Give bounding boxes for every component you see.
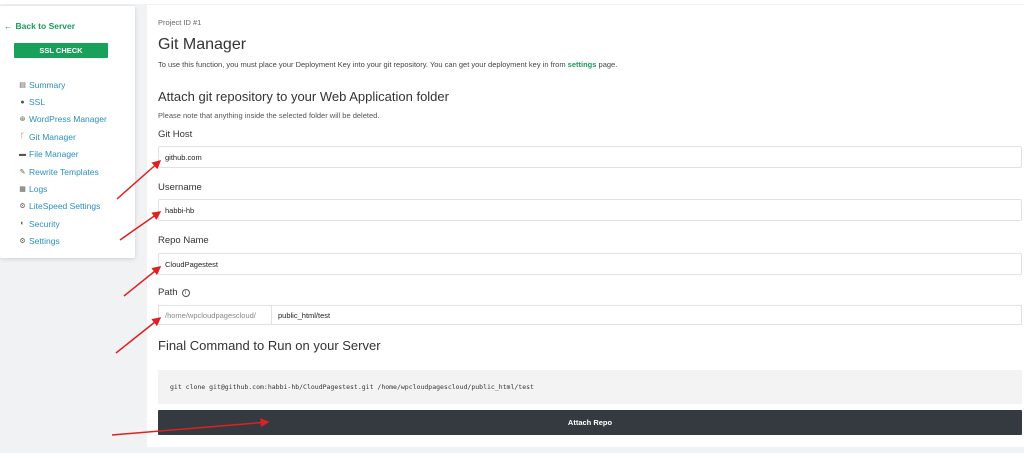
info-icon[interactable]: i: [181, 288, 190, 297]
project-id: Project ID #1: [158, 18, 202, 27]
path-input[interactable]: public_html/test: [272, 305, 1022, 325]
settings-link[interactable]: settings: [568, 60, 597, 69]
page-description: To use this function, you must place you…: [158, 60, 617, 69]
sidebar-item-label: Summary: [29, 79, 66, 90]
ssl-icon: ●: [20, 98, 25, 106]
git-host-label: Git Host: [158, 129, 192, 140]
top-bar: [0, 0, 1024, 4]
back-to-server-label: Back to Server: [15, 21, 76, 31]
sidebar-item-wordpress-manager[interactable]: ⊛ WordPress Manager: [18, 111, 107, 128]
path-prefix: /home/wpcloudpagescloud/: [158, 305, 272, 325]
command-section-title: Final Command to Run on your Server: [158, 338, 381, 353]
main-panel: Project ID #1 Git Manager To use this fu…: [147, 5, 1024, 447]
username-input[interactable]: habbi-hb: [158, 199, 1022, 221]
sidebar-item-label: File Manager: [29, 149, 79, 160]
attach-section-title: Attach git repository to your Web Applic…: [158, 89, 449, 104]
username-label: Username: [158, 182, 202, 193]
sidebar-item-label: Security: [29, 218, 60, 229]
sidebar-item-ssl[interactable]: ● SSL: [18, 93, 107, 110]
sidebar: ← Back to Server SSL CHECK ▤ Summary ● S…: [0, 6, 135, 258]
sidebar-item-git-manager[interactable]: ᚴ Git Manager: [18, 128, 107, 145]
username-label-text: Username: [158, 182, 202, 193]
description-text: To use this function, you must place you…: [158, 60, 568, 69]
arrow-left-icon: ←: [4, 21, 13, 31]
sidebar-item-security[interactable]: ◐ Security: [18, 215, 107, 232]
sidebar-item-label: Git Manager: [29, 131, 76, 142]
gear-icon: ⚙: [19, 203, 26, 211]
sidebar-item-label: Settings: [29, 236, 60, 247]
shield-icon: ◐: [20, 220, 25, 228]
ssl-check-button[interactable]: SSL CHECK: [14, 43, 108, 58]
repo-name-label-text: Repo Name: [158, 235, 209, 246]
attach-warning-note: Please note that anything inside the sel…: [158, 111, 380, 120]
logs-icon: ▦: [19, 186, 26, 194]
attach-repo-button[interactable]: Attach Repo: [158, 410, 1022, 435]
sidebar-item-label: Logs: [29, 184, 48, 195]
git-host-label-text: Git Host: [158, 129, 193, 140]
git-host-input[interactable]: github.com: [158, 146, 1022, 168]
back-to-server-link[interactable]: ← Back to Server: [4, 21, 75, 31]
sidebar-item-settings[interactable]: ⚙ Settings: [18, 233, 107, 250]
sidebar-item-litespeed-settings[interactable]: ⚙ LiteSpeed Settings: [18, 198, 107, 215]
command-code-block: git clone git@github.com:habbi-hb/CloudP…: [158, 370, 1022, 404]
gear-icon: ⚙: [19, 238, 26, 246]
repo-name-input[interactable]: CloudPagestest: [158, 253, 1022, 275]
sidebar-item-label: WordPress Manager: [29, 114, 107, 125]
path-label-text: Path: [158, 287, 178, 298]
description-suffix: page.: [596, 60, 618, 69]
wordpress-icon: ⊛: [19, 116, 26, 124]
sidebar-item-rewrite-templates[interactable]: ✎ Rewrite Templates: [18, 163, 107, 180]
page-title: Git Manager: [158, 36, 247, 53]
repo-name-label: Repo Name: [158, 235, 209, 246]
folder-icon: ▬: [19, 150, 26, 158]
sidebar-nav: ▤ Summary ● SSL ⊛ WordPress Manager ᚴ Gi…: [18, 76, 107, 250]
path-input-group: /home/wpcloudpagescloud/ public_html/tes…: [158, 305, 1022, 325]
git-icon: ᚴ: [20, 133, 25, 141]
sidebar-item-label: LiteSpeed Settings: [29, 201, 101, 212]
path-label: Path i: [158, 287, 190, 298]
sidebar-item-logs[interactable]: ▦ Logs: [18, 180, 107, 197]
sidebar-item-label: SSL: [29, 97, 46, 108]
sidebar-item-file-manager[interactable]: ▬ File Manager: [18, 146, 107, 163]
rewrite-icon: ✎: [19, 168, 26, 176]
sidebar-item-label: Rewrite Templates: [29, 166, 99, 177]
sidebar-item-summary[interactable]: ▤ Summary: [18, 76, 107, 93]
summary-icon: ▤: [19, 81, 26, 89]
